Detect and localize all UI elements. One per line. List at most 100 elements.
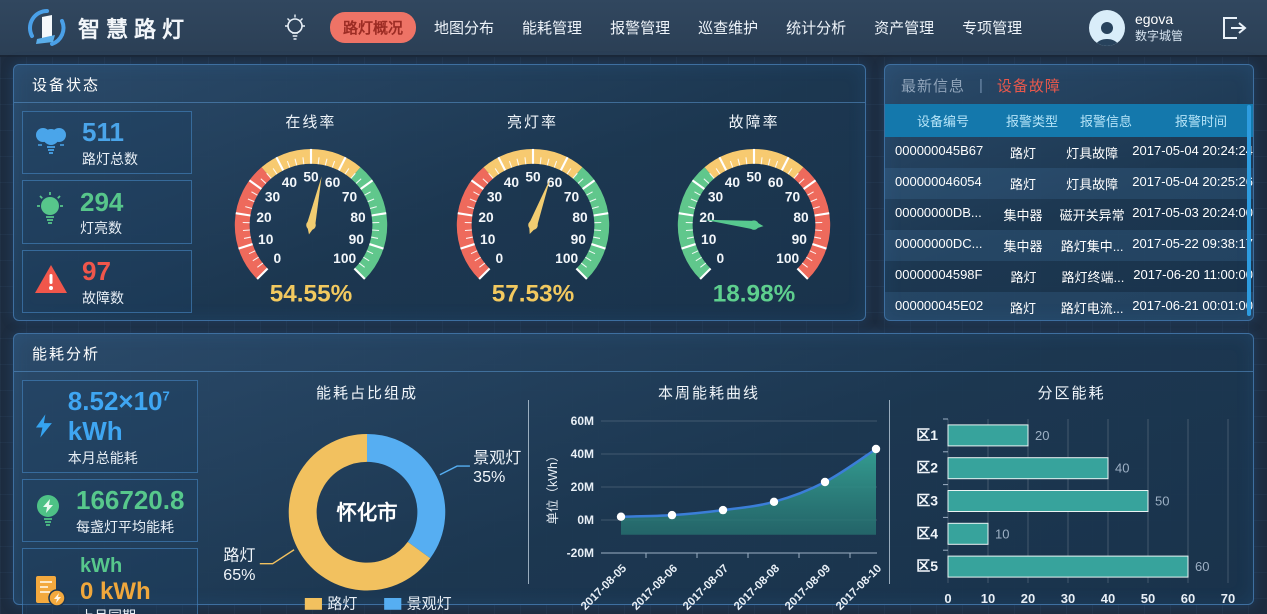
- alarm-cell: 2017-05-03 20:24:00: [1132, 205, 1253, 224]
- nav-item-5[interactable]: 巡查维护: [688, 12, 768, 43]
- alarm-cell: 00000000DB...: [885, 205, 994, 224]
- svg-text:2017-08-06: 2017-08-06: [630, 563, 680, 613]
- app-logo: 智慧路灯: [28, 9, 190, 47]
- svg-text:100: 100: [776, 251, 799, 266]
- logout-button[interactable]: [1219, 15, 1247, 41]
- user-meta: egova 数字城管: [1135, 11, 1183, 44]
- pie-legend: 路灯 景观灯: [305, 596, 452, 613]
- bulb-bolt-icon: [33, 493, 63, 527]
- alarm-cell: 集中器: [994, 205, 1052, 224]
- nav-item-4[interactable]: 报警管理: [600, 12, 680, 43]
- alarm-row[interactable]: 000000045E02路灯路灯电流...2017-06-21 00:01:00: [885, 292, 1253, 321]
- svg-text:区5: 区5: [916, 558, 938, 574]
- alarm-row[interactable]: 00000004598F路灯路灯终端...2017-06-20 11:00:00: [885, 261, 1253, 292]
- alarm-cell: 000000045B67: [885, 143, 994, 162]
- gauge-title: 在线率: [285, 111, 336, 132]
- svg-text:0: 0: [717, 251, 725, 266]
- svg-text:57.53%: 57.53%: [491, 280, 574, 307]
- device-status-panel: 设备状态 511 路灯总数 294 灯亮数 97 故障数 在线率 0102030…: [13, 64, 866, 321]
- alarm-row[interactable]: 00000000DC...集中器路灯集中...2017-05-22 09:38:…: [885, 230, 1253, 261]
- svg-text:100: 100: [555, 251, 578, 266]
- tab-2[interactable]: 设备故障: [997, 75, 1061, 96]
- alarm-table: 设备编号报警类型报警信息报警时间 000000045B67路灯灯具故障2017-…: [885, 104, 1253, 321]
- alarm-cell: 2017-05-04 20:24:24: [1132, 143, 1253, 162]
- svg-text:60M: 60M: [571, 414, 594, 428]
- device-stat-3: 97 故障数: [22, 250, 192, 313]
- alarm-row[interactable]: 000000046054路灯灯具故障2017-05-04 20:25:26: [885, 168, 1253, 199]
- column-header: 报警类型: [1001, 111, 1063, 130]
- gauge-在线率: 在线率 0102030405060708090100 54.55%: [200, 103, 422, 321]
- svg-text:路灯: 路灯: [223, 546, 255, 564]
- nav-item-2[interactable]: 地图分布: [424, 12, 504, 43]
- logout-icon: [1219, 15, 1247, 41]
- gauge-title: 亮灯率: [507, 111, 558, 132]
- svg-text:50: 50: [1140, 591, 1154, 606]
- alarm-cell: 路灯: [994, 143, 1052, 162]
- tab-separator: |: [979, 77, 983, 94]
- svg-text:-20M: -20M: [567, 546, 594, 560]
- stat-value: 294: [80, 188, 123, 218]
- svg-text:40: 40: [725, 175, 741, 190]
- alarm-cell: 00000004598F: [885, 267, 994, 286]
- svg-text:40: 40: [503, 175, 519, 190]
- svg-text:90: 90: [348, 232, 364, 247]
- svg-text:60: 60: [325, 175, 341, 190]
- svg-text:区2: 区2: [916, 460, 938, 476]
- gauge-chart: 0102030405060708090100 57.53%: [427, 132, 639, 314]
- warning-icon: [33, 263, 69, 300]
- gauge-chart: 0102030405060708090100 18.98%: [648, 132, 860, 314]
- streetlight-group-icon: [33, 123, 69, 162]
- line-section: 本周能耗曲线 60M40M20M0M-20M2017-08-052017-08-…: [529, 372, 889, 606]
- svg-text:70: 70: [1220, 591, 1234, 606]
- svg-text:54.55%: 54.55%: [270, 280, 353, 307]
- gauge-故障率: 故障率 0102030405060708090100 18.98%: [643, 103, 865, 321]
- nav-item-3[interactable]: 能耗管理: [512, 12, 592, 43]
- stat-value: 511: [82, 118, 138, 148]
- stat-value: 97: [82, 257, 124, 287]
- alarm-tabs: 最新信息 | 设备故障: [885, 65, 1253, 104]
- svg-text:40: 40: [282, 175, 298, 190]
- nav-item-6[interactable]: 统计分析: [776, 12, 856, 43]
- svg-text:80: 80: [350, 210, 366, 225]
- svg-text:50: 50: [747, 170, 763, 185]
- svg-text:10: 10: [258, 232, 274, 247]
- avatar[interactable]: [1089, 10, 1125, 46]
- svg-text:60: 60: [546, 175, 562, 190]
- alarm-cell: 00000000DC...: [885, 236, 994, 255]
- table-scrollbar[interactable]: [1247, 105, 1251, 316]
- app-title: 智慧路灯: [78, 12, 190, 44]
- alarm-row[interactable]: 00000000DB...集中器磁开关异常2017-05-03 20:24:00: [885, 199, 1253, 230]
- nav-item-1[interactable]: 路灯概况: [330, 12, 416, 43]
- svg-text:40: 40: [1100, 591, 1114, 606]
- svg-text:2017-08-08: 2017-08-08: [732, 562, 783, 613]
- svg-text:20: 20: [256, 210, 272, 225]
- main-nav: 路灯概况地图分布能耗管理报警管理巡查维护统计分析资产管理专项管理: [282, 12, 1032, 43]
- stat-value: 0 kWh: [80, 578, 151, 606]
- svg-text:70: 70: [785, 189, 801, 204]
- svg-text:30: 30: [486, 189, 502, 204]
- device-stats: 511 路灯总数 294 灯亮数 97 故障数: [14, 103, 200, 321]
- alarm-cell: 路灯集中...: [1052, 236, 1132, 255]
- nav-item-8[interactable]: 专项管理: [952, 12, 1032, 43]
- stat-label: 路灯总数: [82, 151, 138, 167]
- alarm-panel: 最新信息 | 设备故障 设备编号报警类型报警信息报警时间 000000045B67路…: [884, 64, 1254, 321]
- tab-1[interactable]: 最新信息: [901, 75, 965, 96]
- stat-avg-per-lamp: 166720.8 每盏灯平均能耗: [22, 479, 198, 542]
- svg-text:10: 10: [980, 591, 994, 606]
- gauge-亮灯率: 亮灯率 0102030405060708090100 57.53%: [422, 103, 644, 321]
- alarm-row[interactable]: 000000045B67路灯灯具故障2017-05-04 20:24:24: [885, 137, 1253, 168]
- gauge-chart: 0102030405060708090100 54.55%: [205, 132, 417, 314]
- svg-text:10: 10: [701, 232, 717, 247]
- svg-text:景观灯: 景观灯: [473, 449, 521, 467]
- svg-text:20: 20: [478, 210, 494, 225]
- svg-text:0: 0: [273, 251, 281, 266]
- nav-item-7[interactable]: 资产管理: [864, 12, 944, 43]
- svg-text:60: 60: [768, 175, 784, 190]
- svg-text:路灯: 路灯: [327, 596, 357, 613]
- svg-text:30: 30: [1060, 591, 1074, 606]
- line-title: 本周能耗曲线: [658, 382, 760, 403]
- svg-text:20: 20: [1020, 591, 1034, 606]
- svg-text:10: 10: [480, 232, 496, 247]
- svg-text:2017-08-07: 2017-08-07: [681, 563, 731, 613]
- alarm-rows: 000000045B67路灯灯具故障2017-05-04 20:24:24000…: [885, 137, 1253, 321]
